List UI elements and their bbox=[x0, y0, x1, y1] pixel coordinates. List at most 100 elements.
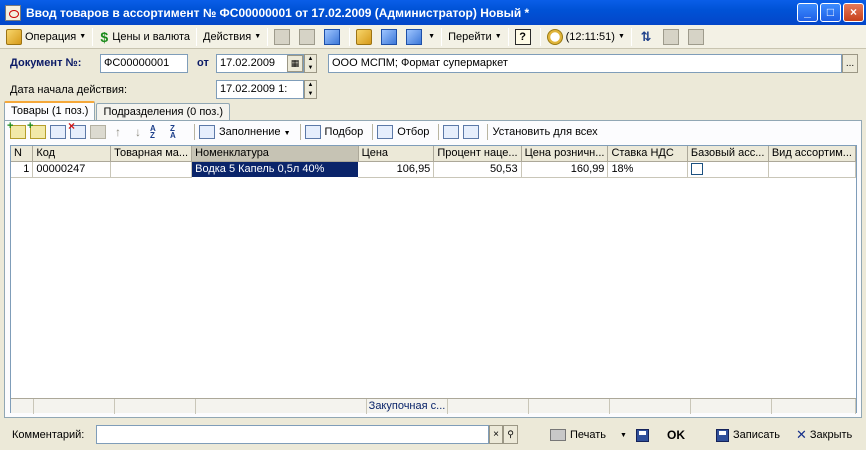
ok-button[interactable]: OK bbox=[663, 424, 689, 446]
cell-retail-price[interactable]: 160,99 bbox=[521, 161, 609, 178]
copy-icon[interactable] bbox=[463, 125, 480, 139]
cell-markup[interactable]: 50,53 bbox=[433, 161, 522, 178]
help-icon: ? bbox=[514, 28, 531, 45]
filter-button[interactable]: Отбор bbox=[397, 126, 429, 138]
prices-currency-button[interactable]: $ Цены и валюта bbox=[96, 27, 193, 47]
table-row[interactable]: 1 00000247 Водка 5 Капель 0,5л 40% 106,9… bbox=[11, 160, 857, 178]
app-icon[interactable] bbox=[5, 4, 21, 21]
close-window-button[interactable]: × bbox=[843, 3, 864, 22]
start-date-spinner[interactable]: ▲ ▼ bbox=[304, 80, 317, 99]
col-header-n[interactable]: N bbox=[11, 146, 34, 162]
copy-row-icon[interactable] bbox=[27, 120, 46, 139]
list-button[interactable] bbox=[685, 27, 710, 47]
fill-menu-button[interactable]: Заполнение ▼ bbox=[219, 126, 291, 138]
cell-nomenclature[interactable]: Водка 5 Капель 0,5л 40% bbox=[191, 160, 359, 178]
actions-label: Действия bbox=[203, 30, 252, 43]
cell-brand[interactable] bbox=[110, 161, 193, 178]
col-header-price[interactable]: Цена bbox=[358, 146, 435, 162]
set-all-button[interactable]: Установить для всех bbox=[492, 126, 597, 138]
check-all-icon[interactable] bbox=[443, 125, 460, 139]
time-label: (12:11:51) bbox=[565, 30, 615, 43]
tab-departments[interactable]: Подразделения (0 поз.) bbox=[96, 103, 231, 121]
chevron-down-icon: ▼ bbox=[283, 130, 291, 137]
search-icon[interactable]: ⚲ bbox=[503, 425, 518, 444]
col-header-retail-price[interactable]: Цена розничн... bbox=[521, 146, 609, 162]
refresh-icon bbox=[324, 28, 341, 45]
maximize-button[interactable]: □ bbox=[820, 3, 841, 22]
prices-label: Цены и валюта bbox=[112, 30, 191, 43]
based-on-icon bbox=[406, 28, 423, 45]
chevron-down-icon: ▼ bbox=[494, 33, 502, 40]
sort-desc-icon[interactable]: ZA bbox=[170, 125, 186, 140]
clock-icon bbox=[546, 28, 563, 45]
move-up-icon[interactable]: ↑ bbox=[110, 125, 126, 139]
comment-input[interactable] bbox=[96, 425, 489, 444]
nav-stop-button[interactable] bbox=[296, 27, 321, 47]
calendar-icon[interactable]: ▦ bbox=[287, 55, 303, 72]
sort-button[interactable]: ⇅ bbox=[635, 27, 660, 47]
clear-icon[interactable]: × bbox=[489, 425, 503, 444]
cell-vat[interactable]: 18% bbox=[607, 161, 688, 178]
help-button[interactable]: ? bbox=[512, 27, 537, 47]
structure-button[interactable] bbox=[660, 27, 685, 47]
close-button[interactable]: ✕ Закрыть bbox=[792, 424, 856, 446]
nav-back-button[interactable] bbox=[271, 27, 296, 47]
title-bar: Ввод товаров в ассортимент № ФС00000001 … bbox=[0, 0, 866, 25]
doc-date-label: от bbox=[197, 57, 209, 69]
actions-menu-button[interactable]: Действия ▼ bbox=[200, 27, 264, 47]
arrow-left-icon bbox=[274, 28, 291, 45]
chevron-down-icon: ▼ bbox=[79, 33, 87, 40]
save-icon bbox=[716, 428, 729, 442]
cell-n[interactable]: 1 bbox=[11, 161, 34, 178]
edit-row-icon[interactable] bbox=[50, 125, 66, 139]
organization-field[interactable]: ООО МСПМ; Формат супермаркет bbox=[328, 54, 842, 73]
doc-date-spinner[interactable]: ▲ ▼ bbox=[304, 54, 317, 73]
move-down-icon[interactable]: ↓ bbox=[130, 125, 146, 139]
print-button[interactable]: Печать ▼ bbox=[546, 424, 631, 446]
filter-icon bbox=[377, 125, 394, 139]
start-date-field[interactable]: 17.02.2009 1: bbox=[216, 80, 304, 99]
cell-base-assortment[interactable] bbox=[687, 161, 769, 178]
col-header-vat[interactable]: Ставка НДС bbox=[607, 146, 688, 162]
doc-number-field[interactable]: ФС00000001 bbox=[100, 54, 188, 73]
window-title: Ввод товаров в ассортимент № ФС00000001 … bbox=[26, 5, 530, 20]
chevron-down-icon: ▼ bbox=[428, 33, 436, 40]
goto-menu-button[interactable]: Перейти ▼ bbox=[445, 27, 505, 47]
chevron-down-icon: ▼ bbox=[620, 431, 627, 439]
base-assortment-checkbox[interactable] bbox=[690, 163, 703, 176]
time-button[interactable]: (12:11:51) ▼ bbox=[544, 27, 628, 47]
col-header-brand[interactable]: Товарная ма... bbox=[110, 146, 193, 162]
post-doc-button[interactable] bbox=[353, 27, 378, 47]
close-icon: ✕ bbox=[796, 427, 807, 442]
comment-label: Комментарий: bbox=[12, 429, 85, 441]
cell-price[interactable]: 106,95 bbox=[358, 161, 435, 178]
tab-goods[interactable]: Товары (1 поз.) bbox=[4, 101, 96, 121]
pick-button[interactable]: Подбор bbox=[325, 126, 364, 138]
col-header-code[interactable]: Код bbox=[32, 146, 112, 162]
col-header-nomenclature[interactable]: Номенклатура bbox=[191, 146, 359, 162]
sort-asc-icon[interactable]: AZ bbox=[150, 125, 166, 140]
add-row-icon[interactable] bbox=[7, 120, 26, 139]
cell-code[interactable]: 00000247 bbox=[32, 161, 112, 178]
based-on-button[interactable]: ▼ bbox=[403, 27, 438, 47]
bottom-bar: Комментарий: × ⚲ Печать ▼ OK Записать ✕ … bbox=[0, 420, 866, 450]
col-header-assortment-type[interactable]: Вид ассортим... bbox=[768, 146, 857, 162]
operation-icon bbox=[6, 28, 22, 45]
pick-icon bbox=[304, 125, 321, 139]
tab-strip: Товары (1 поз.) Подразделения (0 поз.) bbox=[4, 101, 231, 121]
save-small-button[interactable] bbox=[632, 424, 657, 446]
col-header-base-assortment[interactable]: Базовый асс... bbox=[687, 146, 769, 162]
list-icon bbox=[687, 28, 704, 45]
delete-row-icon[interactable] bbox=[68, 119, 86, 139]
save-button[interactable]: Записать bbox=[712, 424, 784, 446]
cell-assortment-type[interactable] bbox=[768, 161, 857, 178]
end-edit-icon[interactable] bbox=[90, 125, 106, 139]
unpost-doc-button[interactable] bbox=[378, 27, 403, 47]
chevron-down-icon: ▼ bbox=[254, 33, 262, 40]
operation-menu-button[interactable]: Операция ▼ bbox=[3, 27, 89, 47]
refresh-button[interactable] bbox=[321, 27, 346, 47]
minimize-button[interactable]: _ bbox=[797, 3, 818, 22]
stop-icon bbox=[299, 28, 316, 45]
col-header-markup[interactable]: Процент наце... bbox=[433, 146, 522, 162]
select-button[interactable]: ... bbox=[842, 54, 858, 73]
